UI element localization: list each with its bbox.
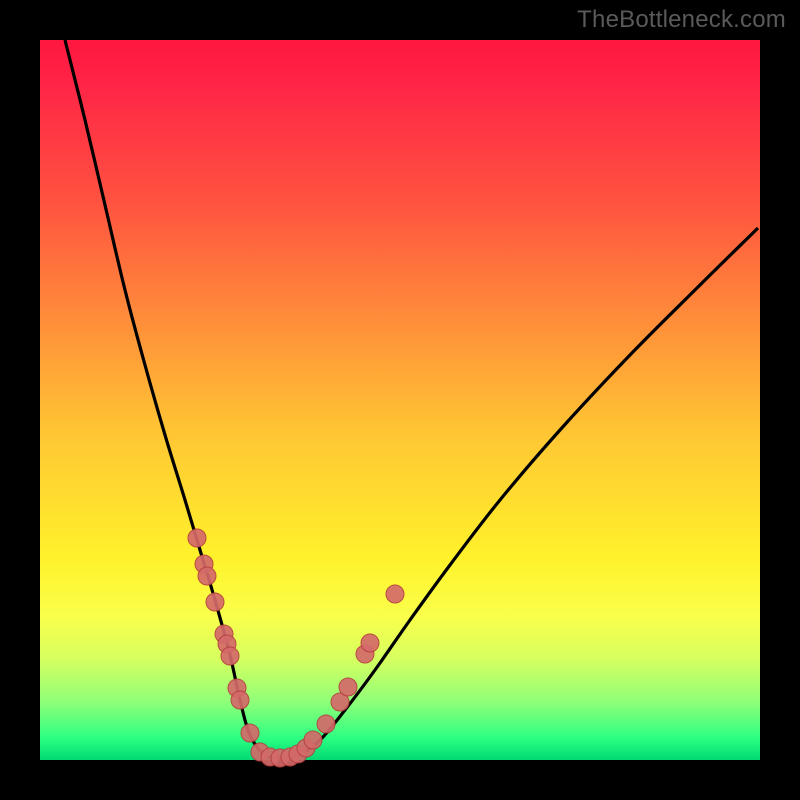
data-marker	[386, 585, 404, 603]
curve-layer	[40, 40, 760, 760]
data-marker	[304, 731, 322, 749]
data-marker	[188, 529, 206, 547]
marker-group	[188, 529, 404, 767]
chart-frame: TheBottleneck.com	[0, 0, 800, 800]
data-marker	[198, 567, 216, 585]
valley-curve-path	[65, 40, 758, 758]
data-marker	[221, 647, 239, 665]
data-marker	[206, 593, 224, 611]
data-marker	[339, 678, 357, 696]
watermark-text: TheBottleneck.com	[577, 6, 786, 34]
data-marker	[241, 724, 259, 742]
data-marker	[361, 634, 379, 652]
plot-area	[40, 40, 760, 760]
data-marker	[317, 715, 335, 733]
data-marker	[231, 691, 249, 709]
